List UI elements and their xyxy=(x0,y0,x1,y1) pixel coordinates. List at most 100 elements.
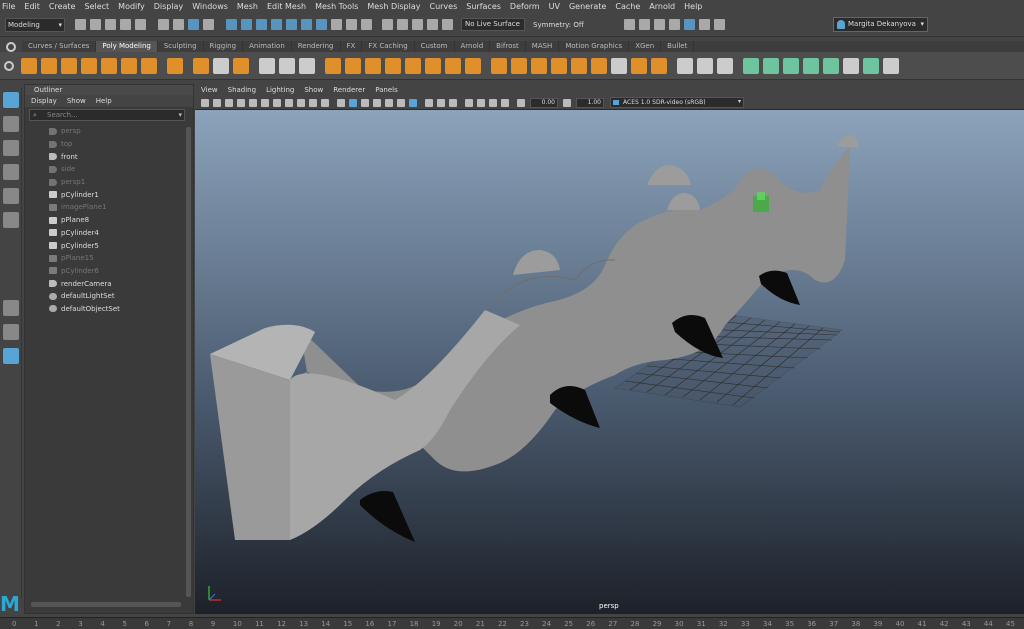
connect-icon[interactable] xyxy=(717,57,733,74)
extrude-icon[interactable] xyxy=(491,57,507,74)
poly-cube-icon[interactable] xyxy=(41,57,57,74)
camera-attributes-icon[interactable] xyxy=(213,98,221,107)
outliner-item[interactable]: persp1 xyxy=(25,176,193,189)
menu-mesh-tools[interactable]: Mesh Tools xyxy=(315,2,358,11)
menu-display[interactable]: Display xyxy=(154,2,184,11)
move-tool-icon[interactable] xyxy=(2,164,19,180)
live-surface-field[interactable]: No Live Surface xyxy=(461,18,525,31)
outliner-item[interactable]: imagePlane1 xyxy=(25,201,193,214)
bridge-icon[interactable] xyxy=(531,57,547,74)
select-hierarchy-icon[interactable] xyxy=(158,19,169,30)
uv-camera-icon[interactable] xyxy=(823,57,839,74)
lasso-tool-icon[interactable] xyxy=(2,116,19,132)
menu-deform[interactable]: Deform xyxy=(510,2,540,11)
attribute-editor-icon[interactable] xyxy=(638,19,650,30)
exposure-field[interactable]: 0.00 xyxy=(530,97,558,108)
snap-view-icon[interactable] xyxy=(286,19,297,30)
shelf-tab-rendering[interactable]: Rendering xyxy=(292,41,341,52)
outliner-item[interactable]: pCylinder1 xyxy=(25,188,193,201)
rotate-tool-icon[interactable] xyxy=(2,188,19,204)
outliner-item[interactable]: defaultObjectSet xyxy=(25,303,193,316)
tool-settings-icon[interactable] xyxy=(653,19,665,30)
3d-scene-view[interactable]: persp xyxy=(195,110,1024,614)
shelf-tab-mash[interactable]: MASH xyxy=(526,41,560,52)
mash-icon[interactable] xyxy=(279,57,295,74)
poly-cylinder-icon[interactable] xyxy=(61,57,77,74)
separate-icon[interactable] xyxy=(345,57,361,74)
poly-disc-icon[interactable] xyxy=(141,57,157,74)
menu-file[interactable]: File xyxy=(2,2,15,11)
four-view-layout-icon[interactable] xyxy=(2,324,19,340)
uv-cut-icon[interactable] xyxy=(883,57,899,74)
shelf-tab-fx[interactable]: FX xyxy=(341,41,363,52)
shelf-tab-motion-graphics[interactable]: Motion Graphics xyxy=(559,41,630,52)
open-scene-icon[interactable] xyxy=(90,19,101,30)
outliner-search-input[interactable]: Search... xyxy=(29,109,185,121)
snap-curve-icon[interactable] xyxy=(241,19,252,30)
sweep-mesh-icon[interactable] xyxy=(193,57,209,74)
shadows-icon[interactable] xyxy=(397,98,405,107)
render-icon[interactable] xyxy=(382,19,393,30)
bookmark-icon[interactable] xyxy=(225,98,233,107)
outliner-item[interactable]: pCylinder5 xyxy=(25,239,193,252)
outliner-item[interactable]: side xyxy=(25,163,193,176)
uv-spherical-icon[interactable] xyxy=(803,57,819,74)
poly-torus-icon[interactable] xyxy=(101,57,117,74)
viewport-menu-show[interactable]: Show xyxy=(304,86,323,94)
poly-text-icon[interactable] xyxy=(213,57,229,74)
channel-box-icon[interactable] xyxy=(668,19,680,30)
select-tool-icon[interactable] xyxy=(2,92,19,108)
field-chart-icon[interactable] xyxy=(297,98,305,107)
timeline[interactable]: 0 1 2 3 4 5 6 7 8 9 10 11 12 13 14 15 16 17 18 19 20 21 22 23 24… xyxy=(0,617,1024,629)
hypershade-icon[interactable] xyxy=(427,19,438,30)
ambient-occlusion-icon[interactable] xyxy=(425,98,433,107)
menu-mesh-display[interactable]: Mesh Display xyxy=(367,2,420,11)
gate-mask-icon[interactable] xyxy=(285,98,293,107)
menu-modify[interactable]: Modify xyxy=(118,2,145,11)
menu-edit[interactable]: Edit xyxy=(24,2,40,11)
poly-sphere-icon[interactable] xyxy=(21,57,37,74)
scale-tool-icon[interactable] xyxy=(2,212,19,228)
textured-icon[interactable] xyxy=(373,98,381,107)
safe-action-icon[interactable] xyxy=(309,98,317,107)
uv-unfold-icon[interactable] xyxy=(843,57,859,74)
shelf-tab-xgen[interactable]: XGen xyxy=(629,41,662,52)
outliner-menu-help[interactable]: Help xyxy=(96,97,112,105)
shelf-tab-sculpting[interactable]: Sculpting xyxy=(158,41,204,52)
gamma-icon[interactable] xyxy=(563,98,571,107)
viewport-menu-renderer[interactable]: Renderer xyxy=(333,86,365,94)
uv-planar-icon[interactable] xyxy=(763,57,779,74)
outliner-layout-icon[interactable] xyxy=(2,348,19,364)
viewport-menu-lighting[interactable]: Lighting xyxy=(266,86,294,94)
remesh-icon[interactable] xyxy=(445,57,461,74)
shelf-tab-bullet[interactable]: Bullet xyxy=(661,41,695,52)
mirror-icon[interactable] xyxy=(385,57,401,74)
extract-icon[interactable] xyxy=(425,57,441,74)
paint-select-tool-icon[interactable] xyxy=(2,140,19,156)
outliner-item[interactable]: pCylinder6 xyxy=(25,265,193,278)
select-camera-icon[interactable] xyxy=(201,98,209,107)
smooth-shade-icon[interactable] xyxy=(349,98,357,107)
shelf-tab-curves-surfaces[interactable]: Curves / Surfaces xyxy=(22,41,97,52)
make-live-icon[interactable] xyxy=(301,19,312,30)
retopo-icon[interactable] xyxy=(465,57,481,74)
xray-joints-icon[interactable] xyxy=(477,98,485,107)
outliner-vertical-scrollbar[interactable] xyxy=(186,127,191,597)
depth-of-field-icon[interactable] xyxy=(449,98,457,107)
exposure-icon[interactable] xyxy=(517,98,525,107)
bevel-icon[interactable] xyxy=(511,57,527,74)
new-scene-icon[interactable] xyxy=(75,19,86,30)
outliner-item[interactable]: front xyxy=(25,150,193,163)
multi-cut-icon[interactable] xyxy=(677,57,693,74)
super-shapes-icon[interactable] xyxy=(259,57,275,74)
merge-icon[interactable] xyxy=(651,57,667,74)
redo-icon[interactable] xyxy=(135,19,146,30)
outliner-menu-show[interactable]: Show xyxy=(67,97,86,105)
shelf-tab-animation[interactable]: Animation xyxy=(243,41,292,52)
xray-active-icon[interactable] xyxy=(489,98,497,107)
menu-curves[interactable]: Curves xyxy=(429,2,457,11)
shelf-tab-rigging[interactable]: Rigging xyxy=(204,41,244,52)
snap-grid-icon[interactable] xyxy=(226,19,237,30)
shelf-settings-icon[interactable] xyxy=(6,42,16,52)
uv-layout-icon[interactable] xyxy=(863,57,879,74)
